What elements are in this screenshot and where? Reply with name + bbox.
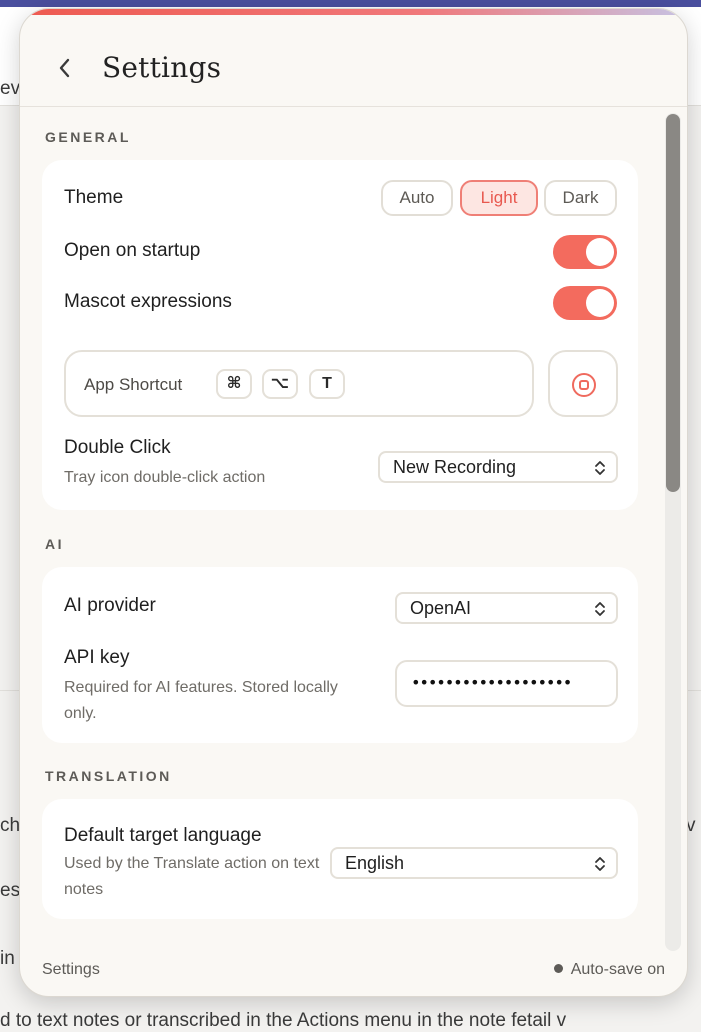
autosave-status-text: Auto-save on	[570, 961, 665, 978]
autosave-status: Auto-save on	[553, 961, 665, 979]
background-text: es	[0, 880, 21, 901]
target-language-label: Default target language	[64, 825, 262, 846]
section-label-ai: AI	[45, 536, 64, 552]
record-shortcut-button[interactable]	[548, 350, 618, 417]
api-key-label: API key	[64, 647, 130, 668]
mascot-expressions-toggle[interactable]	[553, 286, 617, 320]
app-shortcut-label: App Shortcut	[84, 375, 183, 394]
shortcut-key-option: ⌥	[262, 369, 298, 399]
background-text: d to text notes or transcribed in the Ac…	[0, 1010, 567, 1031]
theme-option-auto[interactable]: Auto	[381, 180, 453, 216]
status-dot-icon	[553, 964, 563, 973]
chevron-up-down-icon	[595, 461, 605, 475]
chevron-up-down-icon	[595, 602, 605, 616]
open-on-startup-toggle[interactable]	[553, 235, 617, 269]
theme-label: Theme	[64, 187, 124, 208]
background-text: ev	[0, 78, 21, 99]
footer-label: Settings	[42, 961, 100, 978]
double-click-value: New Recording	[393, 457, 517, 477]
translation-card: Default target language Used by the Tran…	[42, 799, 638, 919]
chevron-up-down-icon	[595, 857, 605, 871]
scrollbar-thumb[interactable]	[666, 114, 680, 492]
shortcut-key-command: ⌘	[216, 369, 252, 399]
record-icon	[572, 373, 596, 397]
back-button[interactable]	[50, 53, 80, 83]
scrollbar[interactable]	[665, 113, 681, 951]
background-text: ch	[0, 815, 21, 836]
settings-header: Settings	[20, 15, 687, 107]
ai-card: AI provider OpenAI API key Required for …	[42, 567, 638, 743]
theme-option-dark[interactable]: Dark	[544, 180, 617, 216]
ai-provider-label: AI provider	[64, 595, 156, 616]
double-click-sublabel: Tray icon double-click action	[64, 469, 266, 486]
theme-option-light[interactable]: Light	[460, 180, 538, 216]
app-shortcut-field[interactable]: App Shortcut ⌘ ⌥ T	[64, 350, 534, 417]
target-language-value: English	[345, 853, 405, 873]
background-text: in	[0, 948, 15, 969]
target-language-select[interactable]: English	[330, 847, 618, 879]
target-language-sublabel: Used by the Translate action on text not…	[64, 855, 320, 898]
ai-provider-select[interactable]: OpenAI	[395, 592, 618, 624]
shortcut-key-t: T	[309, 369, 345, 399]
open-on-startup-label: Open on startup	[64, 240, 201, 261]
background-top-strip	[0, 0, 701, 7]
toggle-knob	[586, 289, 614, 317]
settings-panel: Settings GENERAL Theme Auto Light Dark O…	[19, 8, 688, 997]
general-card: Theme Auto Light Dark Open on startup Ma…	[42, 160, 638, 510]
section-label-translation: TRANSLATION	[45, 768, 172, 784]
mascot-expressions-label: Mascot expressions	[64, 291, 232, 312]
double-click-label: Double Click	[64, 437, 171, 458]
api-key-sublabel: Required for AI features. Stored locally…	[64, 679, 338, 722]
page-title: Settings	[102, 51, 222, 84]
chevron-left-icon	[59, 58, 70, 78]
toggle-knob	[586, 238, 614, 266]
api-key-input[interactable]: •••••••••••••••••••	[395, 660, 618, 707]
section-label-general: GENERAL	[45, 129, 131, 145]
double-click-select[interactable]: New Recording	[378, 451, 618, 483]
ai-provider-value: OpenAI	[410, 598, 472, 618]
